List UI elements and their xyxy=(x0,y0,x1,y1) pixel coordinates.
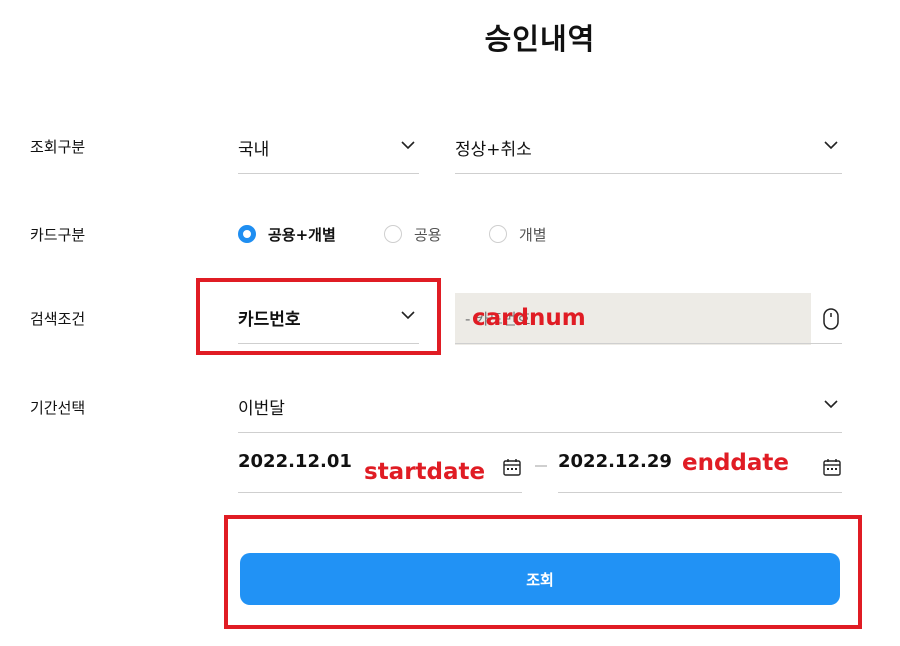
calendar-icon[interactable] xyxy=(822,457,842,477)
page-title: 승인내역 xyxy=(484,22,596,56)
date-range-separator xyxy=(535,465,547,467)
card-input-underline xyxy=(455,343,842,344)
period-label: 기간선택 xyxy=(30,399,86,417)
search-condition-label: 검색조건 xyxy=(30,310,86,328)
annotation-box-search-condition xyxy=(196,278,441,355)
end-date-value: 2022.12.29 xyxy=(558,451,672,472)
chevron-down-icon xyxy=(824,400,838,409)
card-type-label: 카드구분 xyxy=(30,226,86,244)
radio-label: 공용+개별 xyxy=(268,226,336,244)
annotation-cardnum: cardnum xyxy=(472,305,586,331)
period-select[interactable]: 이번달 xyxy=(238,381,842,433)
radio-label: 공용 xyxy=(414,226,442,244)
radio-unchecked-icon xyxy=(384,225,402,243)
mouse-icon[interactable] xyxy=(821,307,841,331)
chevron-down-icon xyxy=(824,141,838,150)
inquiry-type-label: 조회구분 xyxy=(30,138,86,156)
chevron-down-icon xyxy=(401,141,415,150)
start-date-value: 2022.12.01 xyxy=(238,451,352,472)
radio-unchecked-icon xyxy=(489,225,507,243)
approval-history-page: 승인내역 조회구분 국내 정상+취소 카드구분 공용+개별 공용 개별 검색조건… xyxy=(0,0,900,646)
period-select-value: 이번달 xyxy=(238,399,285,419)
radio-checked-icon xyxy=(238,225,256,243)
calendar-icon[interactable] xyxy=(502,457,522,477)
annotation-box-query-button xyxy=(224,515,862,629)
status-select-value: 정상+취소 xyxy=(455,140,532,160)
region-select[interactable]: 국내 xyxy=(238,122,419,174)
radio-label: 개별 xyxy=(519,226,547,244)
annotation-enddate: enddate xyxy=(682,450,790,476)
annotation-startdate: startdate xyxy=(364,459,486,485)
region-select-value: 국내 xyxy=(238,140,270,160)
status-select[interactable]: 정상+취소 xyxy=(455,122,842,174)
